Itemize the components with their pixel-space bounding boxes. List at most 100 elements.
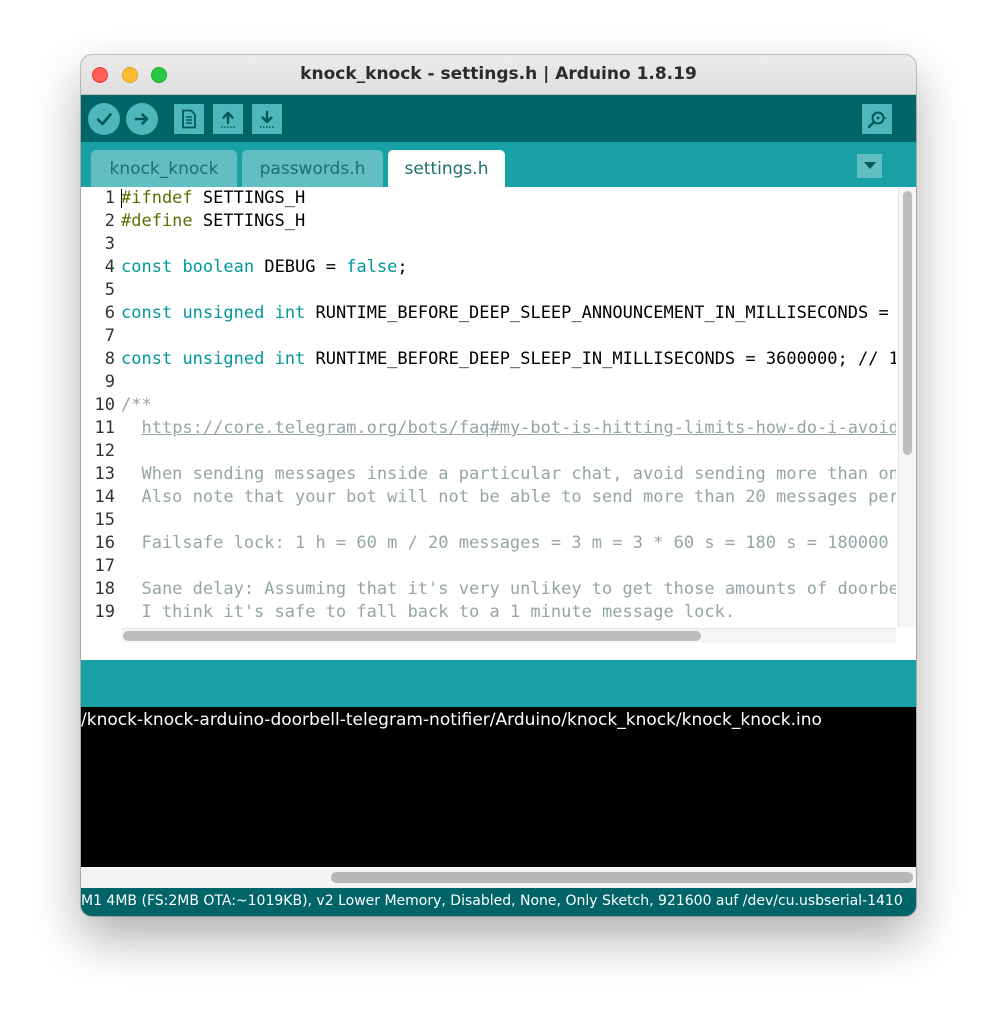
code-line: Also note that your bot will not be able… xyxy=(121,486,896,509)
code-line: https://core.telegram.org/bots/faq#my-bo… xyxy=(121,417,896,440)
code-line: Failsafe lock: 1 h = 60 m / 20 messages … xyxy=(121,532,896,555)
code-token: SETTINGS_H xyxy=(192,211,306,231)
checkmark-icon xyxy=(96,113,112,126)
editor-horizontal-scrollbar[interactable] xyxy=(121,628,896,643)
code-line: const unsigned int RUNTIME_BEFORE_DEEP_S… xyxy=(121,348,896,371)
tab-knock-knock[interactable]: knock_knock xyxy=(91,150,237,187)
arrow-right-icon xyxy=(134,113,149,125)
line-number: 18 xyxy=(94,579,115,599)
code-token: /** xyxy=(121,395,152,415)
open-sketch-button[interactable] xyxy=(213,104,243,134)
line-number: 12 xyxy=(94,441,115,461)
line-number: 4 xyxy=(104,257,115,277)
code-token: RUNTIME_BEFORE_DEEP_SLEEP_ANNOUNCEMENT_I… xyxy=(305,303,896,323)
code-token: #ifndef xyxy=(121,188,193,208)
tab-label: passwords.h xyxy=(259,158,366,179)
code-line: #ifndef SETTINGS_H xyxy=(121,187,305,210)
line-number: 6 xyxy=(104,303,115,323)
arduino-ide-window: knock_knock - settings.h | Arduino 1.8.1… xyxy=(81,55,916,916)
line-number: 3 xyxy=(104,234,115,254)
line-number: 10 xyxy=(94,395,115,415)
code-token: const xyxy=(121,257,173,277)
code-line: #define SETTINGS_H xyxy=(121,210,305,233)
code-token: unsigned xyxy=(182,303,265,323)
code-token: const xyxy=(121,303,173,323)
code-token: const xyxy=(121,349,173,369)
code-token: false xyxy=(346,257,398,277)
code-token: int xyxy=(274,349,306,369)
arrow-up-icon xyxy=(221,111,235,128)
line-number: 17 xyxy=(94,556,115,576)
tab-menu-button[interactable] xyxy=(857,154,882,178)
upload-button[interactable] xyxy=(126,103,158,135)
line-number: 7 xyxy=(104,326,115,346)
line-number: 1 xyxy=(104,188,115,208)
tab-passwords-h[interactable]: passwords.h xyxy=(242,150,383,187)
code-line: /** xyxy=(121,394,152,417)
scroll-thumb[interactable] xyxy=(903,191,912,455)
code-token: Sane delay: Assuming that it's very unli… xyxy=(121,579,896,599)
code-token: RUNTIME_BEFORE_DEEP_SLEEP_IN_MILLISECOND… xyxy=(305,349,896,369)
line-number: 13 xyxy=(94,464,115,484)
line-number: 19 xyxy=(94,602,115,622)
toolbar xyxy=(81,95,916,142)
code-token: #define xyxy=(121,211,193,231)
line-number-gutter: 1 2 3 4 5 6 7 8 9 10 11 12 13 14 15 16 17 18 19 xyxy=(81,187,118,647)
tab-label: settings.h xyxy=(404,158,489,179)
code-token: SETTINGS_H xyxy=(192,188,306,208)
code-token: ; xyxy=(397,257,408,277)
console-line: /knock-knock-arduino-doorbell-telegram-n… xyxy=(81,710,822,730)
magnifier-icon xyxy=(867,111,887,129)
triangle-down-icon xyxy=(863,162,876,169)
new-sketch-button[interactable] xyxy=(174,104,204,134)
line-number: 11 xyxy=(94,418,115,438)
code-token: boolean xyxy=(182,257,255,277)
document-icon xyxy=(182,109,196,129)
line-number: 2 xyxy=(104,211,115,231)
editor-vertical-scrollbar[interactable] xyxy=(898,187,916,627)
code-editor[interactable]: 1 2 3 4 5 6 7 8 9 10 11 12 13 14 15 16 17 18 19 #ifndef SE… xyxy=(81,187,916,792)
window-title: knock_knock - settings.h | Arduino 1.8.1… xyxy=(300,64,697,84)
line-number: 14 xyxy=(94,487,115,507)
code-token: int xyxy=(274,303,306,323)
tab-settings-h[interactable]: settings.h xyxy=(388,150,505,187)
arrow-down-icon xyxy=(260,110,274,128)
code-token: Also note that your bot will not be able… xyxy=(121,487,896,507)
line-number: 15 xyxy=(94,510,115,530)
tab-label: knock_knock xyxy=(109,158,219,179)
verify-button[interactable] xyxy=(88,103,120,135)
code-token: Failsafe lock: 1 h = 60 m / 20 messages … xyxy=(121,533,896,553)
code-token: unsigned xyxy=(182,349,265,369)
line-number: 16 xyxy=(94,533,115,553)
code-line: Sane delay: Assuming that it's very unli… xyxy=(121,578,896,601)
line-number: 9 xyxy=(104,372,115,392)
code-area[interactable]: #ifndef SETTINGS_H #define SETTINGS_H cons… xyxy=(121,187,896,627)
code-token: DEBUG = xyxy=(254,257,347,277)
scroll-thumb[interactable] xyxy=(331,872,913,883)
code-line: When sending messages inside a particula… xyxy=(121,463,896,486)
line-number: 5 xyxy=(104,280,115,300)
console-output[interactable]: /knock-knock-arduino-doorbell-telegram-n… xyxy=(81,707,916,867)
scroll-thumb[interactable] xyxy=(123,631,701,641)
code-line: const unsigned int RUNTIME_BEFORE_DEEP_S… xyxy=(121,302,896,325)
title-bar[interactable]: knock_knock - settings.h | Arduino 1.8.1… xyxy=(81,55,916,95)
code-token: When sending messages inside a particula… xyxy=(121,464,896,484)
code-line: I think it's safe to fall back to a 1 mi… xyxy=(121,601,735,624)
code-token: I think it's safe to fall back to a 1 mi… xyxy=(121,602,736,622)
code-link[interactable]: https://core.telegram.org/bots/faq#my-bo… xyxy=(141,418,896,438)
board-info-text: M1 4MB (FS:2MB OTA:~1019KB), v2 Lower Me… xyxy=(81,893,903,909)
line-number: 8 xyxy=(104,349,115,369)
status-bar xyxy=(81,660,916,707)
board-info-footer: M1 4MB (FS:2MB OTA:~1019KB), v2 Lower Me… xyxy=(81,888,916,916)
save-sketch-button[interactable] xyxy=(252,104,282,134)
code-line: const boolean DEBUG = false; xyxy=(121,256,408,279)
serial-monitor-button[interactable] xyxy=(862,104,892,134)
console-horizontal-scrollbar[interactable] xyxy=(81,867,916,888)
tab-bar: knock_knock passwords.h settings.h xyxy=(81,142,916,187)
